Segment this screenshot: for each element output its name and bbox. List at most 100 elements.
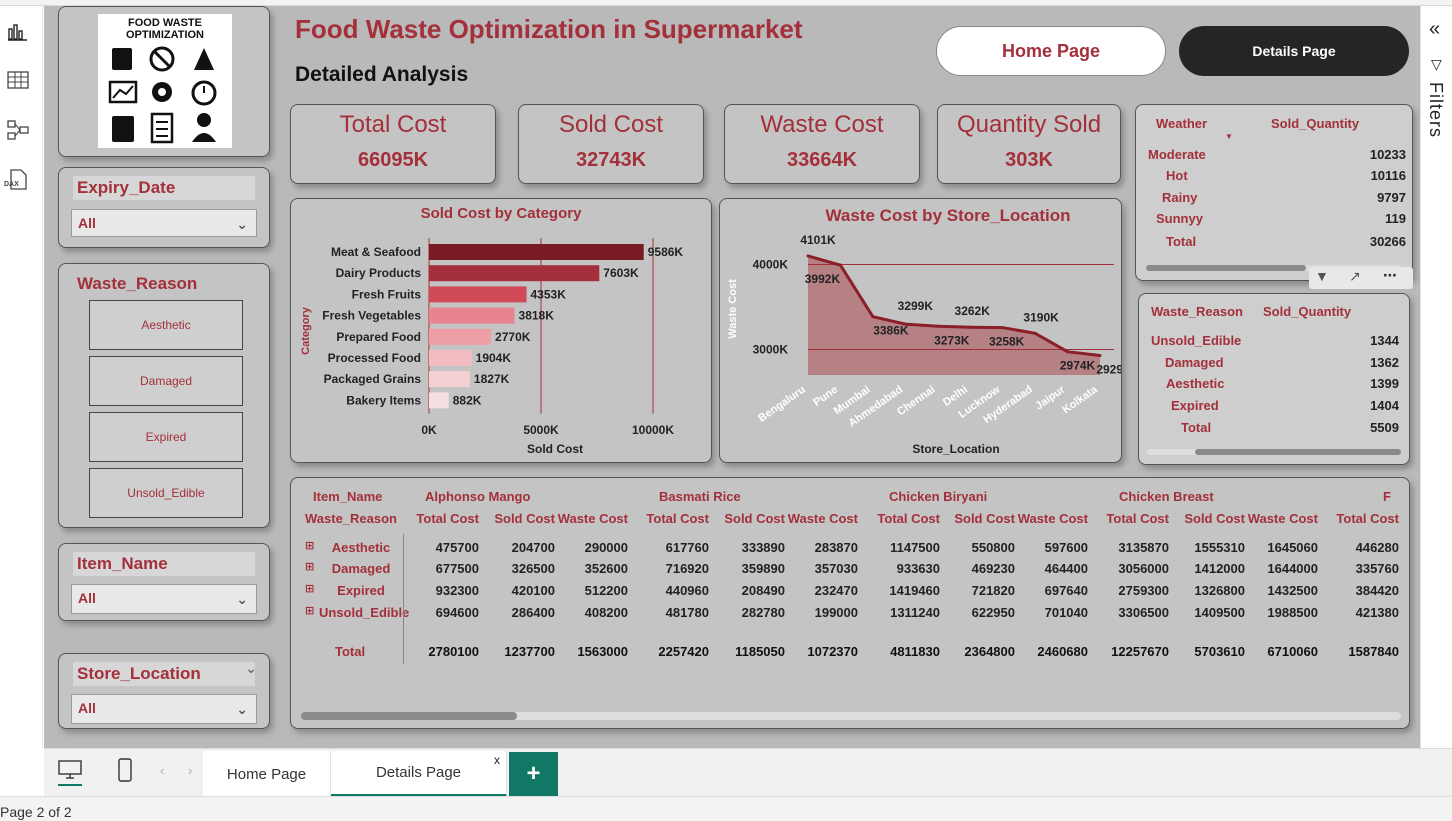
horizontal-scrollbar[interactable] bbox=[1147, 449, 1401, 455]
chevron-down-icon[interactable]: ⌄ bbox=[245, 660, 257, 677]
dax-query-icon[interactable]: DAX bbox=[4, 168, 30, 192]
waste-reason-quantity-table[interactable]: Waste_Reason Sold_Quantity Unsold_Edible… bbox=[1138, 293, 1410, 465]
data-point bbox=[871, 315, 875, 319]
item-column-header: F bbox=[1383, 489, 1391, 504]
store-location-value: All bbox=[78, 700, 96, 716]
scrollbar-thumb[interactable] bbox=[1146, 265, 1306, 271]
item-name-dropdown[interactable]: All ⌄ bbox=[71, 584, 257, 614]
matrix-cell: 1988500 bbox=[1267, 605, 1318, 620]
item-name-value: All bbox=[78, 590, 96, 606]
data-label: 3190K bbox=[1023, 310, 1059, 324]
table-view-icon[interactable] bbox=[6, 68, 30, 92]
scrollbar-thumb[interactable] bbox=[301, 712, 517, 720]
focus-mode-icon[interactable]: ↗ bbox=[1349, 268, 1361, 285]
bar bbox=[429, 350, 472, 366]
store-location-title: Store_Location bbox=[73, 662, 255, 686]
expand-row-icon[interactable]: ⊞ bbox=[305, 539, 314, 552]
scroll-right-icon[interactable]: › bbox=[188, 763, 192, 778]
more-options-icon[interactable]: ⋯ bbox=[1383, 267, 1397, 284]
sold-cost-by-category-chart[interactable]: Sold Cost by Category 0K 5000K 10000K Meat &… bbox=[290, 198, 712, 463]
y-axis-label: Waste Cost bbox=[727, 279, 739, 339]
data-label: 3299K bbox=[898, 299, 934, 313]
item-matrix[interactable]: Item_Name Alphonso Mango Basmati Rice Chick… bbox=[290, 477, 1410, 729]
expand-row-icon[interactable]: ⊞ bbox=[305, 582, 314, 595]
data-label: 3273K bbox=[934, 333, 970, 347]
desktop-layout-icon[interactable] bbox=[58, 760, 82, 786]
row-label: Sunnyy bbox=[1156, 211, 1203, 226]
row-label: Damaged bbox=[331, 561, 391, 576]
matrix-cell: 232470 bbox=[814, 583, 858, 598]
model-view-icon[interactable] bbox=[6, 118, 30, 142]
waste-reason-option[interactable]: Unsold_Edible bbox=[89, 468, 243, 518]
total-cell: 1072370 bbox=[807, 644, 858, 659]
page-title: Food Waste Optimization in Supermarket bbox=[295, 14, 803, 44]
row-label: Moderate bbox=[1148, 147, 1206, 162]
row-label: Aesthetic bbox=[1166, 376, 1225, 391]
bar bbox=[429, 371, 470, 388]
category-label: Prepared Food bbox=[336, 330, 421, 344]
x-tick-label: Bengaluru bbox=[756, 384, 807, 425]
data-label: 2974K bbox=[1060, 359, 1096, 373]
matrix-cell: 282780 bbox=[741, 605, 785, 620]
horizontal-scrollbar[interactable] bbox=[301, 712, 1401, 720]
close-icon[interactable]: x bbox=[494, 753, 500, 767]
tab-home-page[interactable]: Home Page bbox=[203, 751, 331, 797]
matrix-cell: 3306500 bbox=[1118, 605, 1169, 620]
y-tick-label: 3000K bbox=[753, 343, 789, 357]
matrix-cell: 1432500 bbox=[1267, 583, 1318, 598]
data-label: 4353K bbox=[531, 287, 567, 301]
waste-reason-option[interactable]: Expired bbox=[89, 412, 243, 462]
matrix-cell: 464400 bbox=[1044, 561, 1088, 576]
expiry-date-dropdown[interactable]: All ⌄ bbox=[71, 209, 257, 237]
data-point bbox=[1001, 326, 1005, 330]
matrix-cell: 333890 bbox=[741, 540, 785, 555]
report-canvas: FOOD WASTE OPTIMIZATION Expiry_Date All … bbox=[44, 6, 1420, 748]
total-cell: 5703610 bbox=[1194, 644, 1245, 659]
waste-cost-by-store-chart[interactable]: Waste Cost by Store_Location 3000K 4000K 41… bbox=[719, 198, 1132, 463]
scroll-left-icon[interactable]: ‹ bbox=[160, 763, 164, 778]
waste-reason-option[interactable]: Aesthetic bbox=[89, 300, 243, 350]
weather-row: Rainy 9797 bbox=[1136, 190, 1412, 211]
waste-reason-row: Unsold_Edible 1344 bbox=[1139, 333, 1409, 354]
expand-row-icon[interactable]: ⊞ bbox=[305, 560, 314, 573]
tab-details-page[interactable]: Details Page x bbox=[331, 751, 507, 797]
scrollbar-thumb[interactable] bbox=[1195, 449, 1401, 455]
waste-reason-row: Damaged 1362 bbox=[1139, 355, 1409, 376]
matrix-cell: 1419460 bbox=[889, 583, 940, 598]
expand-row-icon[interactable]: ⊞ bbox=[305, 604, 314, 617]
row-label: Expired bbox=[1171, 398, 1219, 413]
home-page-button[interactable]: Home Page bbox=[936, 26, 1166, 76]
bar bbox=[429, 286, 527, 303]
row-label: Damaged bbox=[1165, 355, 1224, 370]
kpi-waste-cost: Waste Cost 33664K bbox=[724, 104, 920, 184]
waste-reason-row: Aesthetic 1399 bbox=[1139, 376, 1409, 397]
add-page-button[interactable]: + bbox=[509, 752, 558, 796]
total-cell: 1185050 bbox=[735, 644, 785, 659]
total-cell: 2364800 bbox=[964, 644, 1015, 659]
x-axis-label: Store_Location bbox=[912, 442, 999, 456]
mobile-layout-icon[interactable] bbox=[118, 758, 132, 787]
filter-icon[interactable]: ▼ bbox=[1315, 268, 1329, 284]
row-label: Expired bbox=[337, 583, 385, 598]
weather-row: Sunnyy 119 bbox=[1136, 211, 1412, 232]
matrix-cell: 481780 bbox=[665, 605, 709, 620]
details-page-button[interactable]: Details Page bbox=[1179, 26, 1409, 76]
collapse-chevron-icon[interactable]: « bbox=[1429, 18, 1440, 41]
store-location-dropdown[interactable]: All ⌄ bbox=[71, 694, 257, 724]
total-label: Total bbox=[1166, 234, 1197, 249]
data-label: 1827K bbox=[474, 372, 510, 386]
matrix-body: Item_Name Alphonso Mango Basmati Rice Chick… bbox=[291, 478, 1409, 728]
data-label: 3262K bbox=[955, 304, 991, 318]
matrix-cell: 326500 bbox=[511, 561, 555, 576]
waste-reason-option[interactable]: Damaged bbox=[89, 356, 243, 406]
category-label: Bakery Items bbox=[346, 393, 421, 407]
item-column-header: Basmati Rice bbox=[659, 489, 741, 504]
kpi-total-cost: Total Cost 66095K bbox=[290, 104, 496, 184]
filters-label[interactable]: Filters bbox=[1425, 82, 1446, 138]
y-axis-label: Category bbox=[300, 306, 312, 355]
y-tick-label: 4000K bbox=[753, 258, 789, 272]
total-cell: 1237700 bbox=[504, 644, 555, 659]
report-view-icon[interactable] bbox=[6, 20, 30, 44]
weather-table[interactable]: Weather ▼ Sold_Quantity Moderate 10233 Ho… bbox=[1135, 104, 1413, 289]
bar bbox=[429, 392, 449, 409]
